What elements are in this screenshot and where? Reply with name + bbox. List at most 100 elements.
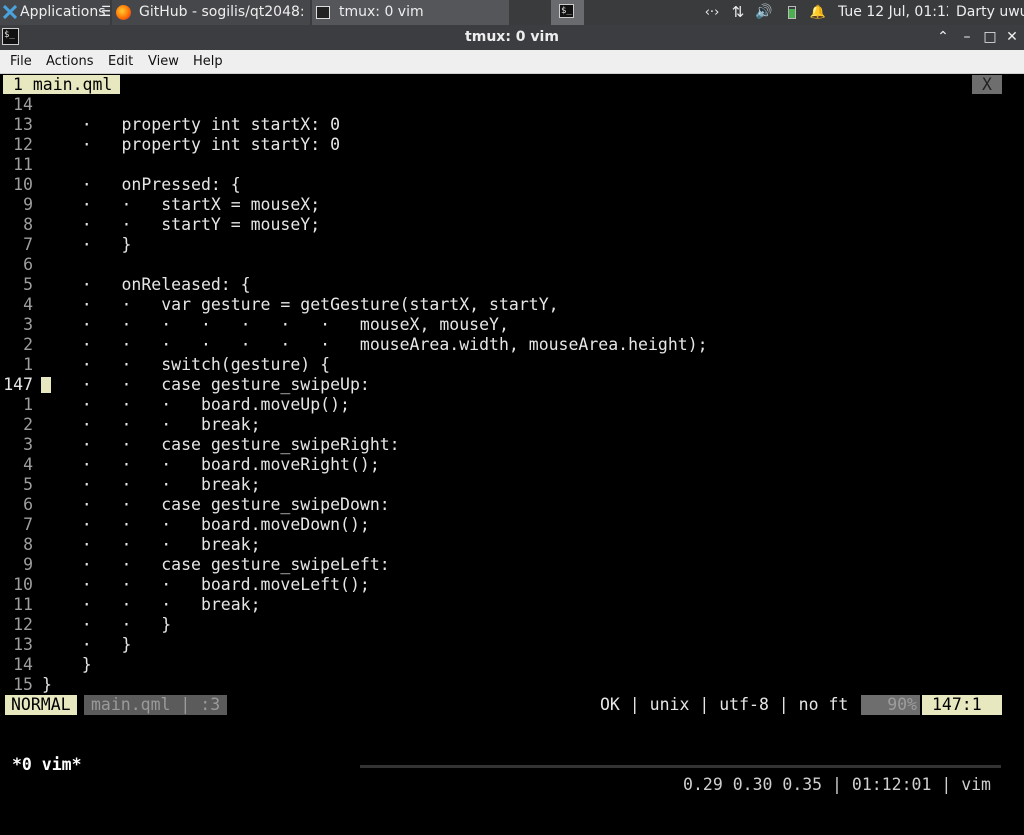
code-line[interactable]: 2 · · · break;: [0, 415, 1003, 435]
terminal-area[interactable]: 1 main.qml X 14 13 · property int startX:…: [0, 74, 1024, 794]
terminal-launcher-button[interactable]: $_: [551, 0, 584, 25]
code-line[interactable]: 3 · · · · · · · mouseX, mouseY,: [0, 315, 1003, 335]
tmux-window-label[interactable]: *0 vim*: [12, 755, 82, 775]
line-text: · · case gesture_swipeUp:: [42, 375, 370, 394]
line-text: }: [42, 655, 92, 674]
line-number: 6: [23, 495, 33, 514]
menu-actions[interactable]: Actions: [43, 50, 97, 73]
applications-menu-button[interactable]: Applications ☰: [0, 0, 110, 25]
terminal-scrollbar[interactable]: [1003, 74, 1024, 768]
code-line[interactable]: 12 · · }: [0, 615, 1003, 635]
line-text: · · case gesture_swipeRight:: [42, 435, 400, 454]
line-text: · · · · · · · mouseX, mouseY,: [42, 315, 509, 334]
code-line[interactable]: 10 · onPressed: {: [0, 175, 1003, 195]
code-line[interactable]: 6: [0, 255, 1003, 275]
mode-indicator: NORMAL: [5, 695, 77, 715]
scrollbar-thumb[interactable]: [1003, 74, 1024, 700]
menu-file[interactable]: File: [7, 50, 35, 73]
tmux-statusbar: *0 vim* 0.29 0.30 0.35 | 01:12:01 | vim: [0, 735, 1003, 794]
task-firefox[interactable]: GitHub - sogilis/qt2048: ...: [112, 0, 310, 25]
code-line[interactable]: 13 · property int startX: 0: [0, 115, 1003, 135]
code-line[interactable]: 8 · · startY = mouseY;: [0, 215, 1003, 235]
menu-edit[interactable]: Edit: [105, 50, 136, 73]
code-line[interactable]: 9 · · case gesture_swipeLeft:: [0, 555, 1003, 575]
menu-view[interactable]: View: [145, 50, 182, 73]
line-text: · · · break;: [42, 475, 261, 494]
line-number: 9: [23, 555, 33, 574]
line-text: · · · board.moveDown();: [42, 515, 370, 534]
clock[interactable]: Tue 12 Jul, 01:12: [838, 0, 948, 25]
xfce-logo-icon: [3, 5, 17, 19]
battery-icon[interactable]: [786, 0, 798, 25]
line-number: 7: [23, 235, 33, 254]
line-text: · · startY = mouseY;: [42, 215, 321, 234]
vim-tabline: 1 main.qml X: [0, 74, 1024, 94]
network-icon[interactable]: ‹·›: [701, 0, 723, 25]
line-number: 1: [23, 395, 33, 414]
line-number: 11: [13, 155, 33, 174]
volume-icon[interactable]: 🔊: [754, 0, 774, 25]
code-line[interactable]: 11: [0, 155, 1003, 175]
line-text: · · var gesture = getGesture(startX, sta…: [42, 295, 559, 314]
close-button[interactable]: ✕: [1001, 25, 1023, 50]
code-line[interactable]: 6 · · case gesture_swipeDown:: [0, 495, 1003, 515]
code-line[interactable]: 7 · }: [0, 235, 1003, 255]
code-line[interactable]: 1 · · switch(gesture) {: [0, 355, 1003, 375]
tab-main-qml[interactable]: 1 main.qml: [3, 75, 121, 94]
line-text: · property int startX: 0: [42, 115, 341, 134]
line-text: }: [42, 675, 52, 694]
code-line[interactable]: 9 · · startX = mouseX;: [0, 195, 1003, 215]
line-number: 7: [23, 515, 33, 534]
code-line[interactable]: 7 · · · board.moveDown();: [0, 515, 1003, 535]
code-line[interactable]: 5 · onReleased: {: [0, 275, 1003, 295]
code-line[interactable]: 1 · · · board.moveUp();: [0, 395, 1003, 415]
user-menu[interactable]: Darty uwu: [956, 0, 1024, 25]
line-number: 14: [13, 655, 33, 674]
line-number: 10: [13, 175, 33, 194]
code-line[interactable]: 8 · · · break;: [0, 535, 1003, 555]
line-number: 13: [13, 115, 33, 134]
code-line[interactable]: 14 }: [0, 655, 1003, 675]
window-titlebar[interactable]: $_ tmux: 0 vim ⌃ – □ ✕: [0, 25, 1024, 50]
code-line-current[interactable]: 147 · · case gesture_swipeUp:: [0, 375, 1003, 395]
restore-button[interactable]: □: [979, 25, 1001, 50]
minimize-button[interactable]: ⌃: [932, 25, 954, 50]
line-number: 15: [13, 675, 33, 694]
menu-help[interactable]: Help: [190, 50, 226, 73]
line-text: · · · break;: [42, 595, 261, 614]
line-text: · · · board.moveRight();: [42, 455, 380, 474]
line-text: · · · board.moveUp();: [42, 395, 350, 414]
code-line[interactable]: 14: [0, 95, 1003, 115]
line-number: 5: [23, 475, 33, 494]
task-tmux[interactable]: tmux: 0 vim: [312, 0, 509, 25]
maximize-button[interactable]: –: [956, 25, 978, 50]
network-activity-icon[interactable]: ⇅: [728, 0, 748, 25]
line-text: · · · break;: [42, 535, 261, 554]
code-line[interactable]: 2 · · · · · · · mouseArea.width, mouseAr…: [0, 335, 1003, 355]
line-number: 4: [23, 455, 33, 474]
notifications-bell-icon[interactable]: 🔔: [808, 0, 828, 25]
code-line[interactable]: 12 · property int startY: 0: [0, 135, 1003, 155]
line-number: 1: [23, 355, 33, 374]
top-panel: Applications ☰ GitHub - sogilis/qt2048: …: [0, 0, 1024, 25]
code-line[interactable]: 11 · · · break;: [0, 595, 1003, 615]
code-line[interactable]: 10 · · · board.moveLeft();: [0, 575, 1003, 595]
code-line[interactable]: 13 · }: [0, 635, 1003, 655]
menubar: File Actions Edit View Help: [0, 50, 1024, 74]
applications-overflow-icon: ☰: [101, 4, 110, 20]
tab-close-button[interactable]: X: [972, 75, 1002, 94]
line-number: 3: [23, 315, 33, 334]
line-number: 9: [23, 195, 33, 214]
code-line[interactable]: 3 · · case gesture_swipeRight:: [0, 435, 1003, 455]
code-line[interactable]: 4 · · · board.moveRight();: [0, 455, 1003, 475]
line-number: 12: [13, 135, 33, 154]
line-text: · · case gesture_swipeDown:: [42, 495, 390, 514]
line-number: 10: [13, 575, 33, 594]
line-text: · · case gesture_swipeLeft:: [42, 555, 390, 574]
applications-label: Applications: [20, 4, 106, 20]
code-line[interactable]: 15}: [0, 675, 1003, 695]
code-line[interactable]: 5 · · · break;: [0, 475, 1003, 495]
scroll-percent: 90%: [861, 695, 920, 715]
file-segment: main.qml | :3: [84, 695, 228, 715]
code-line[interactable]: 4 · · var gesture = getGesture(startX, s…: [0, 295, 1003, 315]
